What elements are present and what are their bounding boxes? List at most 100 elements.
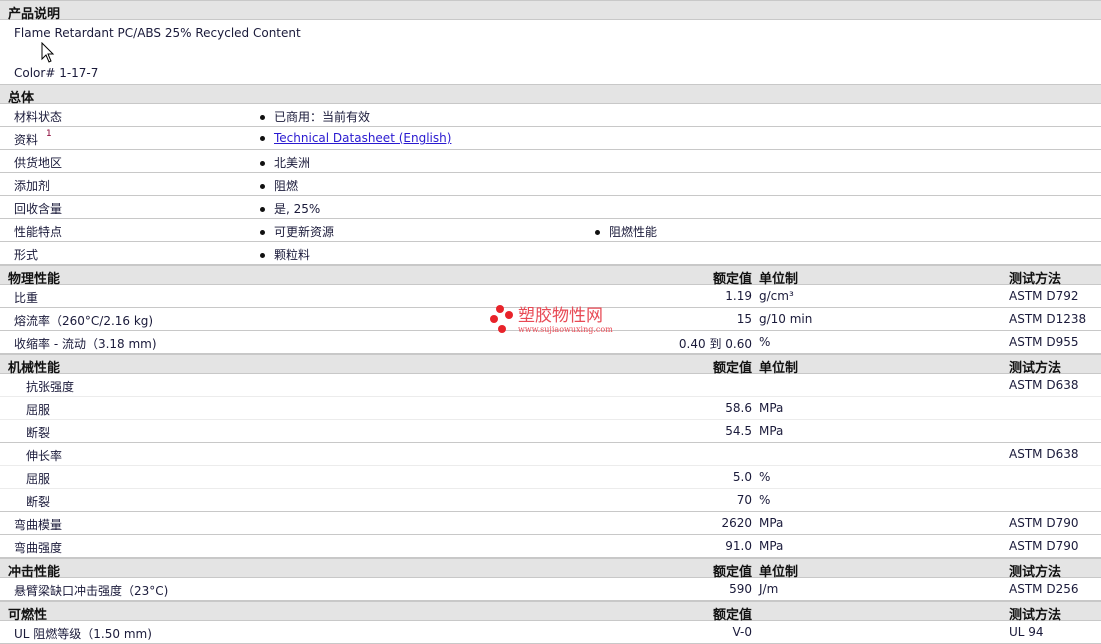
property-row: 屈服 5.0% (0, 466, 1101, 489)
bullet-text: 北美洲 (274, 156, 311, 170)
bullet-item: 可更新资源 (260, 223, 334, 240)
product-description-section: 产品说明 Flame Retardant PC/ABS 25% Recycled… (0, 0, 1101, 84)
bullet-icon (260, 184, 265, 189)
bullet-item: 阻燃 (260, 177, 298, 194)
bullet-icon (260, 115, 265, 120)
property-unit: MPa (759, 516, 784, 530)
property-value: 70 (736, 493, 752, 507)
property-row: 弯曲强度 91.0 MPa ASTM D790 (0, 535, 1101, 558)
property-unit: % (759, 335, 771, 349)
property-value: 91.0 (725, 539, 752, 553)
description-block: Flame Retardant PC/ABS 25% Recycled Cont… (0, 20, 1101, 84)
property-label: 伸长率 (26, 449, 63, 463)
general-row: 资料 1 Technical Datasheet (English) (0, 127, 1101, 150)
test-method: ASTM D790 (1009, 516, 1079, 530)
bullet-text: 已商用：当前有效 (274, 110, 371, 124)
property-value: 15 (736, 312, 752, 326)
property-value: 2620 (721, 516, 752, 530)
property-row: 悬臂梁缺口冲击强度（23°C) 590 J/m ASTM D256 (0, 578, 1101, 601)
test-method: ASTM D638 (1009, 447, 1079, 461)
property-value: 5.0 (732, 470, 752, 484)
property-value: 0.40 到 0.60 (678, 337, 752, 351)
mouse-cursor-icon (41, 42, 55, 63)
property-label: 抗张强度 (26, 380, 75, 394)
bullet-item: 阻燃性能 (595, 223, 657, 240)
color-code: Color# 1-17-7 (14, 66, 99, 80)
property-label: 悬臂梁缺口冲击强度（23°C) (14, 584, 169, 598)
property-label: 断裂 (26, 426, 51, 440)
bullet-text: 阻燃 (274, 179, 299, 193)
bullet-text: 阻燃性能 (609, 225, 658, 239)
property-label: 收缩率 - 流动（3.18 mm) (14, 337, 157, 351)
property-value: 1.19 (725, 289, 752, 303)
section-header: 总体 (0, 84, 1101, 106)
property-unit: % (759, 470, 771, 484)
bullet-item: Technical Datasheet (English) (260, 131, 451, 145)
property-unit: g/10 min (759, 312, 813, 326)
section-header: 机械性能 额定值 单位制 测试方法 (0, 354, 1101, 376)
property-row: 断裂 70% (0, 489, 1101, 512)
property-row: 伸长率 ASTM D638 (0, 443, 1101, 466)
test-method: ASTM D790 (1009, 539, 1079, 553)
bullet-text: 是, 25% (274, 202, 321, 216)
property-value: V-0 (732, 625, 752, 639)
bullet-text: 可更新资源 (274, 225, 335, 239)
property-value: 590 (729, 582, 752, 596)
property-row: 弯曲模量 2620 MPa ASTM D790 (0, 512, 1101, 535)
property-unit: g/cm³ (759, 289, 794, 303)
property-unit: MPa (759, 539, 784, 553)
bullet-icon (260, 230, 265, 235)
property-unit: MPa (759, 401, 784, 415)
property-label: 弯曲强度 (14, 541, 63, 555)
general-row: 添加剂 阻燃 (0, 173, 1101, 196)
section-header: 物理性能 额定值 单位制 测试方法 (0, 265, 1101, 287)
property-value: 58.6 (725, 401, 752, 415)
test-method: ASTM D256 (1009, 582, 1079, 596)
test-method: ASTM D955 (1009, 335, 1079, 349)
property-label: 弯曲模量 (14, 518, 63, 532)
watermark: 塑胶物性网 www.sujiaowuxing.com (488, 305, 613, 335)
bullet-item: 已商用：当前有效 (260, 108, 370, 125)
property-unit: J/m (759, 582, 779, 596)
property-label: 屈服 (26, 472, 51, 486)
bullet-icon (595, 230, 600, 235)
property-label: 屈服 (26, 403, 51, 417)
row-label: 形式 (14, 248, 39, 262)
test-method: ASTM D1238 (1009, 312, 1087, 326)
section-header: 产品说明 (0, 0, 1101, 22)
property-label: 熔流率（260°C/2.16 kg) (14, 314, 154, 328)
section-header: 冲击性能 额定值 单位制 测试方法 (0, 558, 1101, 580)
bullet-icon (260, 161, 265, 166)
bullet-item: 是, 25% (260, 200, 320, 217)
test-method: UL 94 (1009, 625, 1044, 639)
watermark-logo-icon (488, 305, 514, 335)
row-label: 回收含量 (14, 202, 63, 216)
test-method: ASTM D638 (1009, 378, 1079, 392)
property-unit: MPa (759, 424, 784, 438)
general-row: 性能特点 可更新资源 阻燃性能 (0, 219, 1101, 242)
footnote-marker: 1 (46, 129, 52, 139)
bullet-item: 颗粒料 (260, 246, 310, 263)
general-section: 总体材料状态 已商用：当前有效资料 1 Technical Datasheet (En… (0, 84, 1101, 265)
property-unit: % (759, 493, 771, 507)
section-header: 可燃性 额定值 测试方法 (0, 601, 1101, 623)
property-label: UL 阻燃等级（1.50 mm) (14, 627, 152, 641)
watermark-url: www.sujiaowuxing.com (518, 324, 613, 334)
datasheet-link[interactable]: Technical Datasheet (English) (274, 131, 451, 145)
general-row: 回收含量 是, 25% (0, 196, 1101, 219)
general-row: 供货地区 北美洲 (0, 150, 1101, 173)
general-row: 材料状态 已商用：当前有效 (0, 104, 1101, 127)
bullet-icon (260, 136, 265, 141)
property-label: 比重 (14, 291, 39, 305)
bullet-text: 颗粒料 (274, 248, 311, 262)
bullet-icon (260, 207, 265, 212)
row-label: 性能特点 (14, 225, 63, 239)
row-label: 材料状态 (14, 110, 63, 124)
property-row: 断裂 54.5 MPa (0, 420, 1101, 443)
row-label: 资料 (14, 133, 39, 147)
property-row: 屈服 58.6 MPa (0, 397, 1101, 420)
general-row: 形式 颗粒料 (0, 242, 1101, 265)
property-row: UL 阻燃等级（1.50 mm) V-0 UL 94 (0, 621, 1101, 644)
property-value: 54.5 (725, 424, 752, 438)
row-label: 供货地区 (14, 156, 63, 170)
